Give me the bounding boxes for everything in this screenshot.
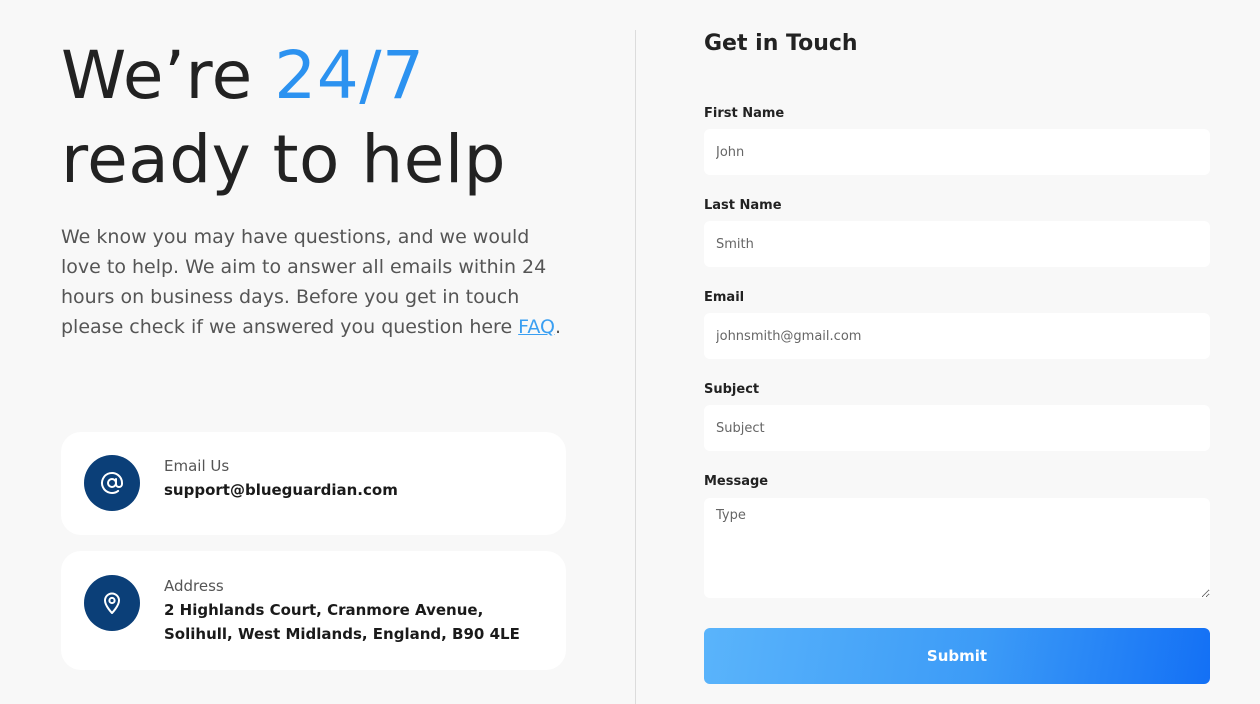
headline-prefix: We’re — [61, 37, 275, 114]
email-card: Email Us support@blueguardian.com — [61, 432, 566, 535]
address-card-label: Address — [164, 577, 224, 595]
intro-paragraph: We know you may have questions, and we w… — [61, 222, 571, 342]
first-name-label: First Name — [704, 106, 785, 121]
message-label: Message — [704, 474, 769, 489]
address-line-1: 2 Highlands Court, Cranmore Avenue, — [164, 601, 484, 619]
message-textarea[interactable] — [704, 498, 1210, 598]
page-headline: We’re 24/7 ready to help — [61, 34, 506, 202]
location-pin-icon — [84, 575, 140, 631]
last-name-input[interactable] — [704, 221, 1210, 267]
headline-line2: ready to help — [61, 121, 507, 198]
email-label: Email — [704, 290, 745, 305]
subject-label: Subject — [704, 382, 760, 397]
intro-end: . — [554, 316, 562, 338]
submit-button[interactable]: Submit — [704, 628, 1210, 684]
first-name-input[interactable] — [704, 129, 1210, 175]
address-card-value: 2 Highlands Court, Cranmore Avenue, Solih… — [164, 598, 520, 646]
last-name-label: Last Name — [704, 198, 782, 213]
column-divider — [635, 30, 636, 704]
email-card-value: support@blueguardian.com — [164, 481, 398, 499]
intro-text: We know you may have questions, and we w… — [61, 226, 547, 338]
address-line-2: Solihull, West Midlands, England, B90 4L… — [164, 625, 520, 643]
subject-input[interactable] — [704, 405, 1210, 451]
email-card-label: Email Us — [164, 457, 230, 475]
form-title: Get in Touch — [704, 31, 858, 56]
at-sign-icon — [84, 455, 140, 511]
contact-page: We’re 24/7 ready to help We know you may … — [0, 0, 1260, 704]
headline-accent: 24/7 — [274, 37, 425, 114]
faq-link[interactable]: FAQ — [518, 316, 555, 338]
address-card: Address 2 Highlands Court, Cranmore Aven… — [61, 551, 566, 670]
email-input[interactable] — [704, 313, 1210, 359]
